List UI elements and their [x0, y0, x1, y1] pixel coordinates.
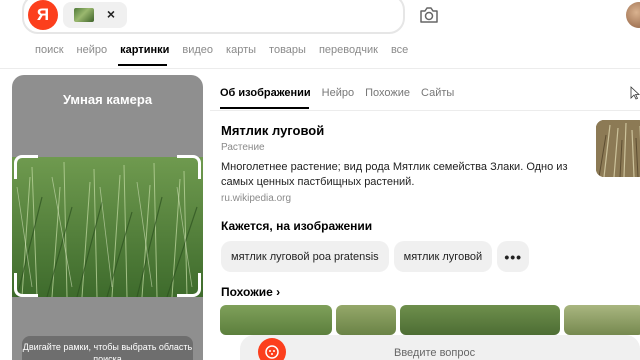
- tab-video[interactable]: видео: [182, 44, 213, 60]
- result-description: Многолетнее растение; вид рода Мятлик се…: [221, 161, 568, 188]
- ask-input-placeholder[interactable]: Введите вопрос: [394, 347, 475, 359]
- search-image-chip[interactable]: ×: [63, 2, 127, 28]
- query-image: [12, 157, 203, 297]
- smart-camera-panel: Умная камера Двигайте рамки, чтобы выбра…: [12, 75, 203, 360]
- similar-images-row: [220, 305, 640, 335]
- search-tabs: поиск нейро картинки видео карты товары …: [35, 44, 408, 60]
- detected-heading: Кажется, на изображении: [221, 219, 373, 233]
- tab-sites[interactable]: Сайты: [421, 87, 454, 99]
- ask-question-bar[interactable]: Введите вопрос: [240, 335, 640, 360]
- crop-hint: Двигайте рамки, чтобы выбрать область по…: [22, 336, 193, 360]
- tab-similar[interactable]: Похожие: [365, 87, 410, 99]
- image-info-panel: Об изображении Нейро Похожие Сайты Мятли…: [210, 75, 640, 360]
- info-tabs: Об изображении Нейро Похожие Сайты: [220, 87, 454, 99]
- tab-images[interactable]: картинки: [120, 44, 169, 60]
- smart-camera-title: Умная камера: [62, 92, 153, 107]
- similar-image[interactable]: [400, 305, 560, 335]
- detected-chips: мятлик луговой poa pratensis мятлик луго…: [221, 241, 530, 272]
- tab-all[interactable]: все: [391, 44, 408, 60]
- avatar[interactable]: [626, 2, 640, 28]
- result-source-link[interactable]: ru.wikipedia.org: [221, 193, 291, 204]
- alice-icon[interactable]: [258, 338, 286, 360]
- crop-handle-top-left[interactable]: [14, 155, 38, 179]
- similar-heading[interactable]: Похожие ›: [221, 285, 280, 299]
- camera-icon[interactable]: [418, 5, 440, 25]
- top-bar: Я × поиск нейро картинки видео карты тов…: [0, 0, 640, 70]
- tab-neuro[interactable]: нейро: [77, 44, 108, 60]
- crop-handle-bottom-left[interactable]: [14, 273, 38, 297]
- result-thumbnail[interactable]: [596, 120, 640, 177]
- more-options-icon[interactable]: •••: [497, 241, 530, 272]
- detected-chip[interactable]: мятлик луговой: [393, 241, 493, 272]
- tab-maps[interactable]: карты: [226, 44, 256, 60]
- active-tab-underline: [118, 64, 167, 66]
- result-type: Растение: [221, 142, 265, 153]
- tab-products[interactable]: товары: [269, 44, 306, 60]
- divider: [0, 68, 640, 69]
- crop-handle-top-right[interactable]: [177, 155, 201, 179]
- similar-image[interactable]: [564, 305, 640, 335]
- tab-translator[interactable]: переводчик: [319, 44, 378, 60]
- similar-image[interactable]: [220, 305, 332, 335]
- result-title[interactable]: Мятлик луговой: [221, 123, 324, 138]
- detected-chip[interactable]: мятлик луговой poa pratensis: [221, 241, 389, 272]
- active-info-tab-underline: [220, 107, 309, 109]
- tab-about-image[interactable]: Об изображении: [220, 87, 311, 99]
- mouse-cursor-icon: [630, 86, 640, 100]
- tab-neuro[interactable]: Нейро: [322, 87, 354, 99]
- search-image-thumbnail: [74, 8, 94, 22]
- similar-image[interactable]: [336, 305, 396, 335]
- close-icon[interactable]: ×: [104, 5, 118, 23]
- tab-search[interactable]: поиск: [35, 44, 64, 60]
- divider: [210, 110, 640, 111]
- yandex-logo[interactable]: Я: [28, 0, 58, 30]
- crop-handle-bottom-right[interactable]: [177, 273, 201, 297]
